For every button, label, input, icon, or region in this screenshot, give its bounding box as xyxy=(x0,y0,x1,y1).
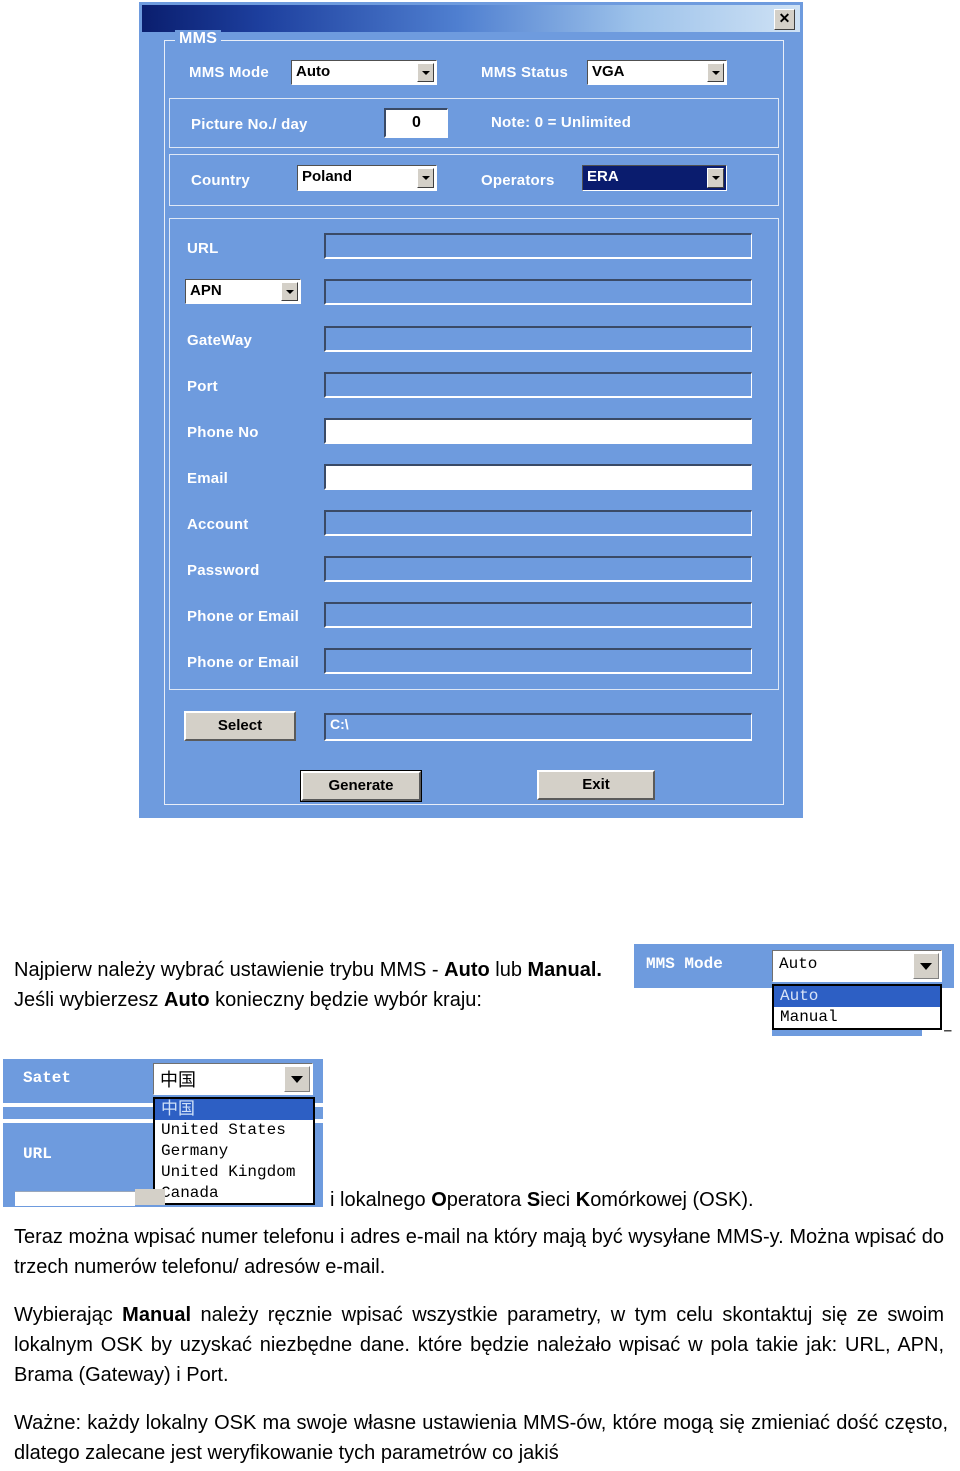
picture-per-day-note: Note: 0 = Unlimited xyxy=(491,114,632,131)
picture-per-day-input[interactable]: 0 xyxy=(384,108,448,138)
paragraph-operator-note: i lokalnego Operatora Sieci Komórkowej (… xyxy=(330,1185,950,1215)
mms-mode-label: MMS Mode xyxy=(189,64,269,81)
mms-groupbox-label: MMS xyxy=(175,30,222,48)
paragraph-important-note: Ważne: każdy lokalny OSK ma swoje własne… xyxy=(14,1412,948,1464)
figure-country-option-china[interactable]: 中国 xyxy=(155,1099,313,1120)
gateway-input[interactable] xyxy=(324,326,752,352)
phone-or-email-label-2: Phone or Email xyxy=(187,654,299,671)
password-label: Password xyxy=(187,562,260,579)
mms-settings-dialog: ✕ MMS MMS Mode Auto MMS Status VGA Pictu… xyxy=(137,0,805,820)
chevron-down-icon[interactable] xyxy=(707,63,724,82)
dialog-titlebar: ✕ xyxy=(142,5,800,32)
figure-mms-mode-value: Auto xyxy=(779,955,818,973)
chevron-down-icon[interactable] xyxy=(417,63,434,82)
operators-select[interactable]: ERA xyxy=(582,165,727,191)
port-input[interactable] xyxy=(324,372,752,398)
p2-text-g: omórkowej (OSK). xyxy=(590,1189,754,1211)
country-select[interactable]: Poland xyxy=(297,165,437,191)
p1-text-a: Najpierw należy wybrać ustawienie trybu … xyxy=(14,959,445,981)
paragraph-manual-mode: Wybierając Manual należy ręcznie wpisać … xyxy=(14,1300,944,1390)
apn-select[interactable]: APN xyxy=(185,279,301,304)
paragraph-mms-mode-intro: Najpierw należy wybrać ustawienie trybu … xyxy=(14,955,628,1015)
port-label: Port xyxy=(187,378,218,395)
picture-per-day-label: Picture No./ day xyxy=(191,116,308,133)
figure-country-dropdown: Satet URL 中国 中国 United States Germany Un… xyxy=(3,1055,323,1207)
p1-bold-auto-2: Auto xyxy=(164,989,210,1011)
operators-label: Operators xyxy=(481,172,555,189)
exit-button[interactable]: Exit xyxy=(537,770,655,800)
p2-text-a: i lokalnego xyxy=(330,1189,432,1211)
operators-value: ERA xyxy=(587,168,619,185)
email-label: Email xyxy=(187,470,229,487)
chevron-down-icon[interactable] xyxy=(913,953,939,979)
figure-mms-mode-dropdown: MMS Mode Auto Auto Manual – xyxy=(634,944,954,1039)
p1-text-e: Jeśli wybierzesz xyxy=(14,989,165,1011)
figure-country-option-canada[interactable]: Canada xyxy=(155,1183,313,1204)
phone-no-label: Phone No xyxy=(187,424,259,441)
figure-country-option-united-states[interactable]: United States xyxy=(155,1120,313,1141)
mms-mode-value: Auto xyxy=(296,63,331,80)
figure-country-url-label: URL xyxy=(23,1145,52,1163)
email-input[interactable] xyxy=(324,464,752,490)
apn-value: APN xyxy=(190,282,222,299)
p2-bold-s: S xyxy=(526,1189,541,1211)
p1-text-c: lub xyxy=(489,959,528,981)
p2-text-c: peratora xyxy=(446,1189,527,1211)
url-label: URL xyxy=(187,240,219,257)
mms-mode-select[interactable]: Auto xyxy=(291,60,437,85)
generate-button[interactable]: Generate xyxy=(301,771,421,801)
phone-no-input[interactable] xyxy=(324,418,752,444)
p2-bold-k: K xyxy=(575,1189,591,1211)
url-input[interactable] xyxy=(324,233,752,259)
chevron-down-icon[interactable] xyxy=(284,1066,310,1092)
chevron-down-icon[interactable] xyxy=(417,168,434,188)
picture-per-day-value: 0 xyxy=(412,114,421,131)
figure-mms-mode-label: MMS Mode xyxy=(646,955,723,973)
path-value: C:\ xyxy=(330,716,349,732)
chevron-down-icon[interactable] xyxy=(707,168,724,188)
mms-status-value: VGA xyxy=(592,63,625,80)
apn-input[interactable] xyxy=(324,279,752,305)
password-input[interactable] xyxy=(324,556,752,582)
p4-text-a: Wybierając xyxy=(14,1304,123,1326)
figure-mms-mode-option-list[interactable]: Auto Manual xyxy=(772,984,942,1030)
figure-mms-mode-option-manual[interactable]: Manual xyxy=(774,1007,940,1028)
figure-country-option-united-kingdom[interactable]: United Kingdom xyxy=(155,1162,313,1183)
close-icon[interactable]: ✕ xyxy=(774,9,795,30)
path-input[interactable]: C:\ xyxy=(324,713,752,741)
country-label: Country xyxy=(191,172,250,189)
select-button[interactable]: Select xyxy=(184,711,296,741)
p1-bold-manual: Manual. xyxy=(527,959,602,981)
p1-bold-auto: Auto xyxy=(444,959,490,981)
p2-bold-o: O xyxy=(431,1189,447,1211)
figure-country-partial-button xyxy=(135,1189,165,1205)
account-label: Account xyxy=(187,516,249,533)
p1-text-g: konieczny będzie wybór kraju: xyxy=(209,989,482,1011)
figure-country-label: Satet xyxy=(23,1069,72,1087)
figure-country-value: 中国 xyxy=(160,1070,196,1091)
country-value: Poland xyxy=(302,168,353,185)
figure-country-select[interactable]: 中国 xyxy=(153,1063,313,1095)
figure-country-partial-field xyxy=(15,1191,135,1206)
phone-or-email-label-1: Phone or Email xyxy=(187,608,299,625)
p4-bold-manual: Manual xyxy=(122,1304,192,1326)
gateway-label: GateWay xyxy=(187,332,253,349)
paragraph-phone-email-entry: Teraz można wpisać numer telefonu i adre… xyxy=(14,1226,944,1278)
p2-text-e: ieci xyxy=(540,1189,576,1211)
figure-mms-mode-edge-mark: – xyxy=(943,1022,952,1039)
phone-or-email-input-1[interactable] xyxy=(324,602,752,628)
mms-status-label: MMS Status xyxy=(481,64,569,81)
figure-country-option-germany[interactable]: Germany xyxy=(155,1141,313,1162)
figure-country-option-list[interactable]: 中国 United States Germany United Kingdom … xyxy=(153,1097,315,1205)
phone-or-email-input-2[interactable] xyxy=(324,648,752,674)
account-input[interactable] xyxy=(324,510,752,536)
figure-mms-mode-option-auto[interactable]: Auto xyxy=(774,986,940,1007)
chevron-down-icon[interactable] xyxy=(281,282,298,301)
figure-mms-mode-select[interactable]: Auto xyxy=(772,950,942,982)
mms-status-select[interactable]: VGA xyxy=(587,60,727,85)
